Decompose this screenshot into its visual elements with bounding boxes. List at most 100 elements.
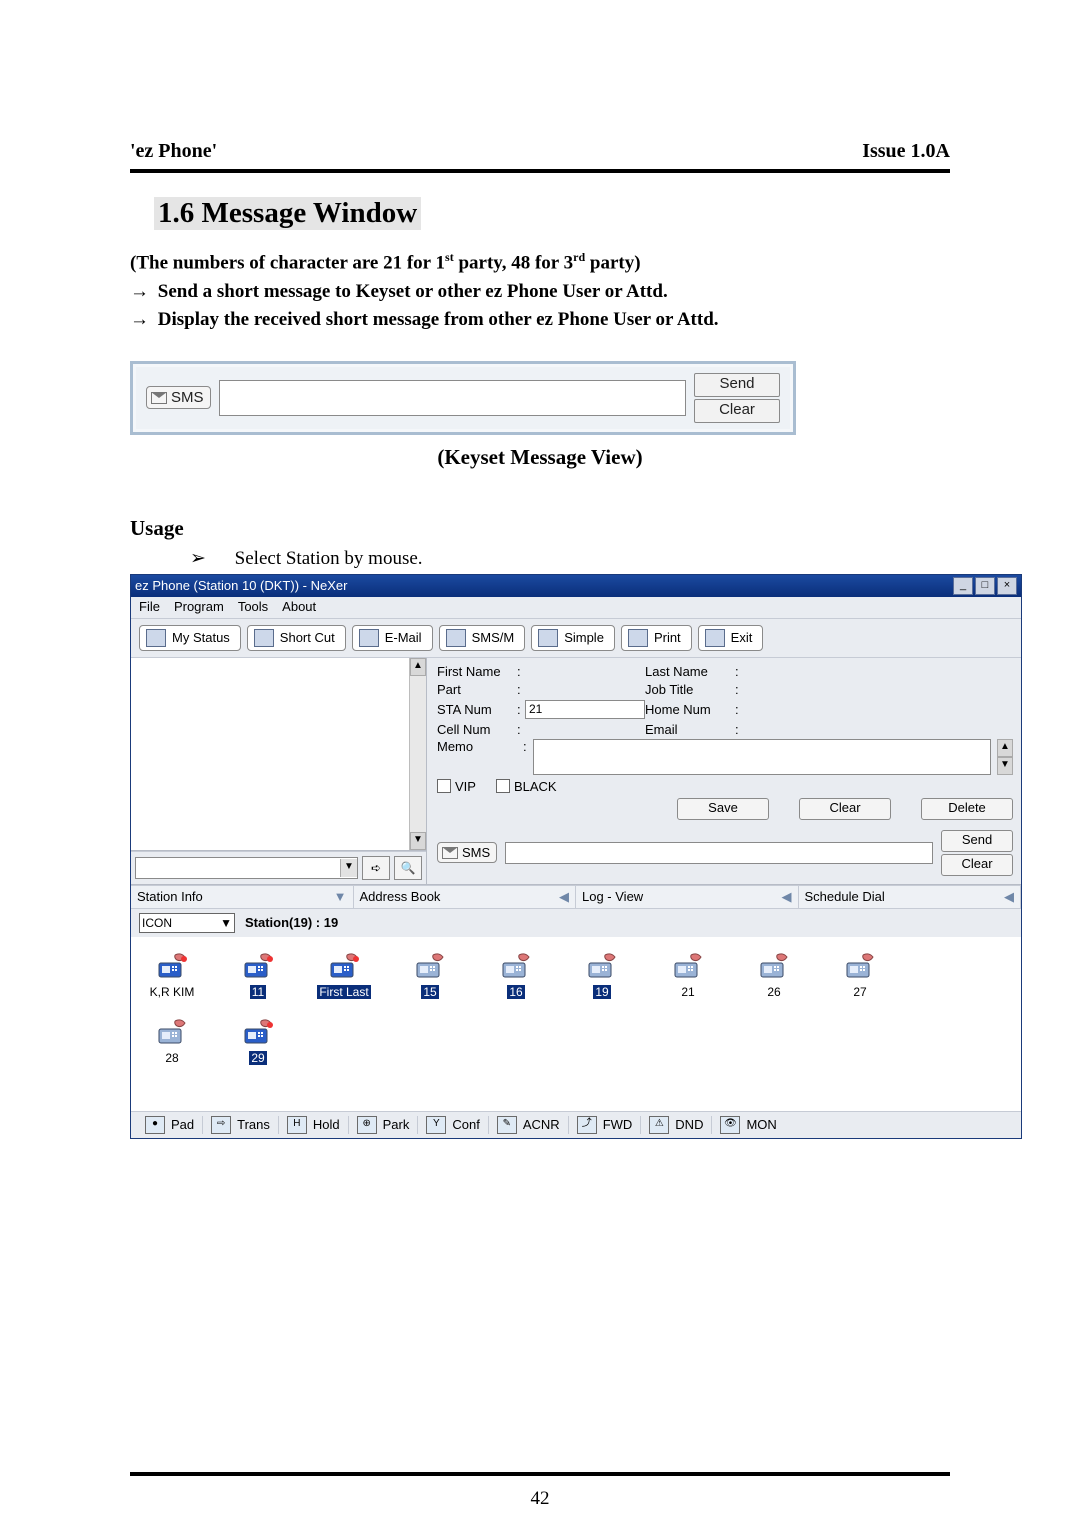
label-memo: Memo <box>437 739 517 754</box>
tool-label: My Status <box>172 630 230 645</box>
tab-label: Schedule Dial <box>805 889 885 904</box>
sms-chip[interactable]: SMS <box>437 842 497 863</box>
station-item[interactable]: 27 <box>829 951 891 999</box>
scroll-up-icon[interactable]: ▲ <box>997 739 1013 757</box>
bullet-2: Display the received short message from … <box>158 309 719 330</box>
maximize-button[interactable]: □ <box>975 577 995 595</box>
view-mode-combo[interactable]: ICON ▼ <box>139 913 235 933</box>
label-job-title: Job Title <box>645 682 735 697</box>
station-item[interactable]: 16 <box>485 951 547 999</box>
trans-icon: ⇨ <box>211 1116 231 1134</box>
checkbox-icon <box>496 779 510 793</box>
left-list[interactable] <box>131 658 409 850</box>
menu-tools[interactable]: Tools <box>238 599 268 614</box>
tool-sms[interactable]: SMS/M <box>439 625 526 651</box>
chevron-left-icon: ◀ <box>559 889 569 905</box>
black-checkbox[interactable]: BLACK <box>496 779 557 794</box>
memo-scrollbar[interactable]: ▲ ▼ <box>997 739 1013 775</box>
minimize-button[interactable]: _ <box>953 577 973 595</box>
tool-simple[interactable]: Simple <box>531 625 615 651</box>
scroll-up-icon[interactable]: ▲ <box>410 658 426 676</box>
note-chars-mid: party, 48 for 3 <box>454 252 573 273</box>
sms-clear-button[interactable]: Clear <box>941 854 1013 876</box>
tool-my-status[interactable]: My Status <box>139 625 241 651</box>
station-item[interactable]: 11 <box>227 951 289 999</box>
triangle-bullet-icon: ➢ <box>190 548 206 569</box>
tool-label: Print <box>654 630 681 645</box>
tool-label: SMS/M <box>472 630 515 645</box>
menubar: File Program Tools About <box>131 597 1021 619</box>
footer-dnd[interactable]: ⚠DND <box>641 1116 712 1134</box>
sta-num-input[interactable] <box>525 700 645 719</box>
memo-input[interactable] <box>533 739 991 775</box>
email-icon <box>359 629 379 647</box>
station-item[interactable]: 26 <box>743 951 805 999</box>
station-label: 11 <box>250 985 266 999</box>
scroll-down-icon[interactable]: ▼ <box>410 832 426 850</box>
usage-item-text: Select Station by mouse. <box>235 548 423 569</box>
footer-fwd[interactable]: ⤴FWD <box>569 1116 642 1134</box>
station-item[interactable]: 15 <box>399 951 461 999</box>
tab-address-book[interactable]: Address Book◀ <box>354 886 577 908</box>
simple-icon <box>538 629 558 647</box>
search-button[interactable]: 🔍 <box>394 856 422 880</box>
tab-station-info[interactable]: Station Info▼ <box>131 886 354 908</box>
menu-program[interactable]: Program <box>174 599 224 614</box>
menu-about[interactable]: About <box>282 599 316 614</box>
sms-input[interactable] <box>219 380 686 416</box>
bottom-rule <box>130 1472 950 1476</box>
tool-print[interactable]: Print <box>621 625 692 651</box>
bullet-1: Send a short message to Keyset or other … <box>158 281 668 302</box>
footer-bar: ●Pad⇨TransHHold⊕ParkYConf✎ACNR⤴FWD⚠DND👁M… <box>131 1111 1021 1138</box>
delete-button[interactable]: Delete <box>921 798 1013 820</box>
station-item[interactable]: 28 <box>141 1017 203 1065</box>
footer-mon[interactable]: 👁MON <box>712 1116 784 1134</box>
sms-input[interactable] <box>505 842 933 864</box>
station-item[interactable]: 21 <box>657 951 719 999</box>
tool-email[interactable]: E-Mail <box>352 625 433 651</box>
footer-trans[interactable]: ⇨Trans <box>203 1116 279 1134</box>
titlebar[interactable]: ez Phone (Station 10 (DKT)) - NeXer _ □ … <box>131 575 1021 597</box>
close-button[interactable]: × <box>997 577 1017 595</box>
vip-label: VIP <box>455 779 476 794</box>
go-button[interactable]: ➪ <box>362 856 390 880</box>
station-item[interactable]: 19 <box>571 951 633 999</box>
footer-hold[interactable]: HHold <box>279 1116 349 1134</box>
tab-schedule-dial[interactable]: Schedule Dial ◀ <box>799 886 1022 908</box>
conf-icon: Y <box>426 1116 446 1134</box>
sms-chip[interactable]: SMS <box>146 386 211 409</box>
station-label: First Last <box>317 985 370 999</box>
station-label: 28 <box>163 1051 180 1065</box>
keyset-message-panel: SMS Send Clear <box>130 361 796 435</box>
label-sta-num: STA Num <box>437 702 517 717</box>
tool-label: Exit <box>731 630 753 645</box>
tool-label: Short Cut <box>280 630 335 645</box>
station-item[interactable]: K,R KIM <box>141 951 203 999</box>
vip-checkbox[interactable]: VIP <box>437 779 476 794</box>
footer-pad[interactable]: ●Pad <box>137 1116 203 1134</box>
label-first-name: First Name <box>437 664 517 679</box>
section-heading: 1.6 Message Window <box>154 197 421 230</box>
station-label: 19 <box>593 985 610 999</box>
tab-log-view[interactable]: Log - View◀ <box>576 886 799 908</box>
left-combo[interactable]: ▼ <box>135 857 358 879</box>
sms-send-button[interactable]: Send <box>694 373 780 397</box>
footer-conf[interactable]: YConf <box>418 1116 488 1134</box>
chevron-left-icon: ◀ <box>782 889 792 905</box>
scrollbar[interactable]: ▲ ▼ <box>409 658 426 850</box>
chevron-left-icon: ◀ <box>1004 889 1014 905</box>
footer-acnr[interactable]: ✎ACNR <box>489 1116 569 1134</box>
tool-shortcut[interactable]: Short Cut <box>247 625 346 651</box>
station-item[interactable]: First Last <box>313 951 375 999</box>
station-item[interactable]: 29 <box>227 1017 289 1065</box>
sms-clear-button[interactable]: Clear <box>694 399 780 423</box>
menu-file[interactable]: File <box>139 599 160 614</box>
scroll-down-icon[interactable]: ▼ <box>997 757 1013 775</box>
details-panel: First Name: Last Name: Part: Job Title: … <box>427 658 1021 884</box>
footer-park[interactable]: ⊕Park <box>349 1116 419 1134</box>
sms-send-button[interactable]: Send <box>941 830 1013 852</box>
combo-value: ICON <box>142 916 172 930</box>
clear-button[interactable]: Clear <box>799 798 891 820</box>
save-button[interactable]: Save <box>677 798 769 820</box>
tool-exit[interactable]: Exit <box>698 625 764 651</box>
